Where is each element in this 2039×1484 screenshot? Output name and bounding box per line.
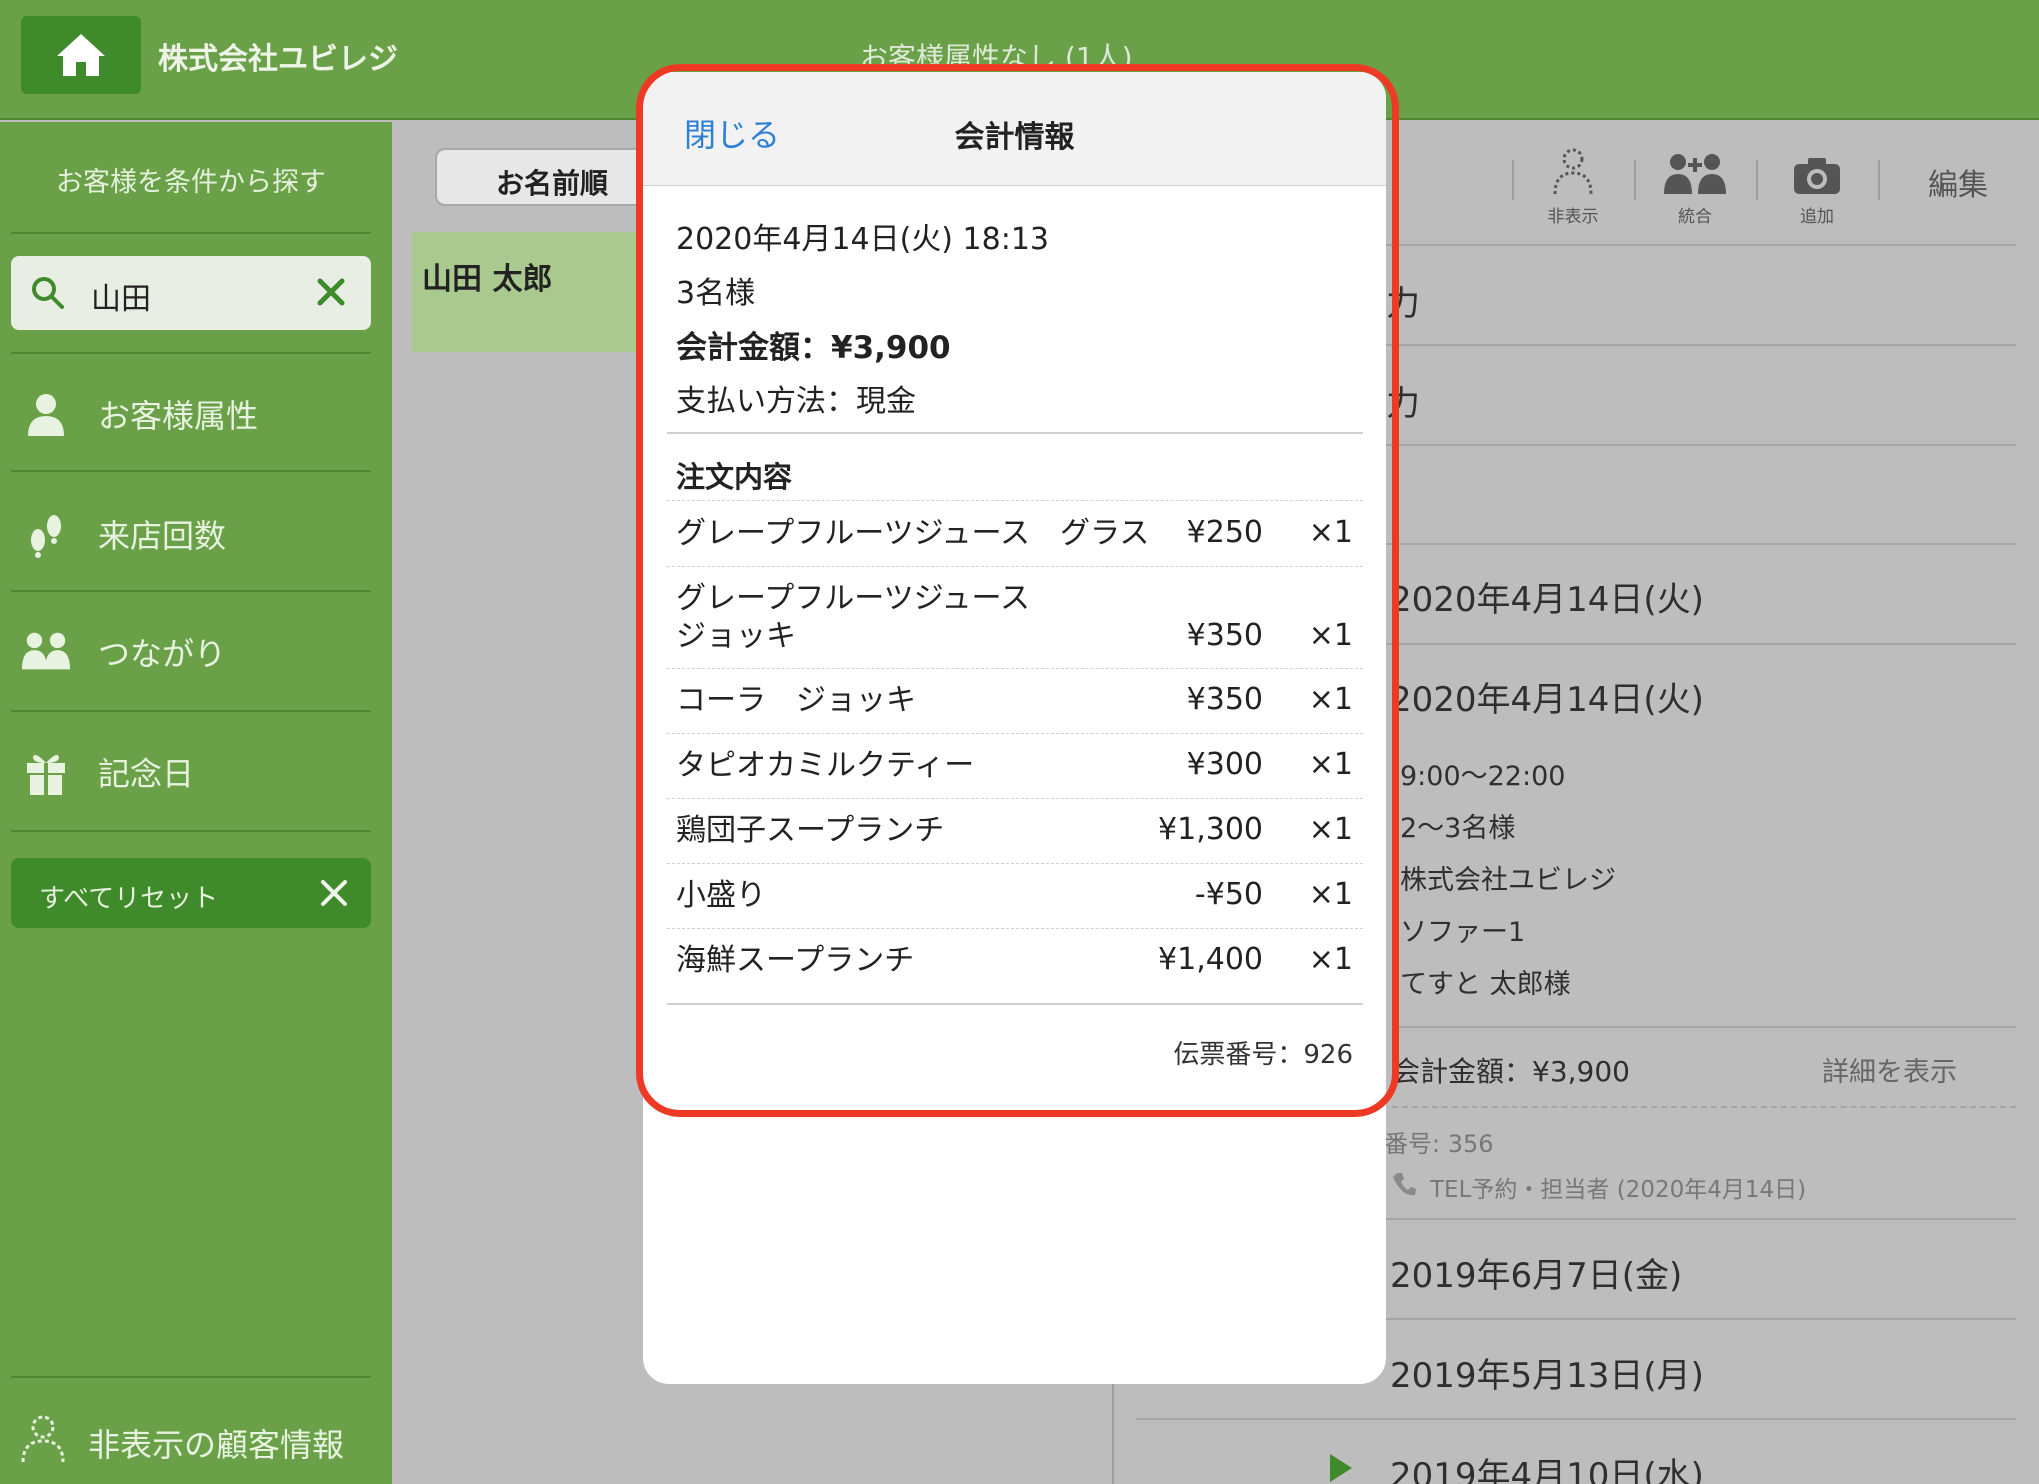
sort-name-segment[interactable]: お名前順 <box>435 148 665 206</box>
reservation-person: てすと 太郎様 <box>1400 969 1571 1000</box>
hide-button[interactable]: 非表示 <box>1528 140 1618 227</box>
divider <box>11 830 371 832</box>
sidebar-item-anniversary[interactable]: 記念日 <box>20 746 194 798</box>
visit-date[interactable]: 2020年4月14日(火) <box>1390 572 1704 621</box>
people-icon <box>20 626 72 678</box>
divider <box>11 470 371 472</box>
search-input-value[interactable]: 山田 <box>91 274 151 318</box>
customer-name: 山田 太郎 <box>422 262 553 297</box>
visit-date[interactable]: 2019年5月13日(月) <box>1390 1348 1704 1397</box>
hide-person-icon <box>1528 140 1618 196</box>
gift-icon <box>20 746 72 798</box>
hidden-customers-button[interactable]: 非表示の顧客情報 <box>20 1414 344 1472</box>
divider <box>11 352 371 354</box>
reset-all-label: すべてリセット <box>39 884 219 914</box>
home-icon <box>57 34 105 76</box>
sidebar-item-label: 記念日 <box>98 755 195 793</box>
search-field[interactable]: 山田 <box>11 256 371 330</box>
sidebar-item-label: 来店回数 <box>98 517 227 555</box>
divider <box>11 1376 371 1378</box>
toolbar-separator <box>1878 160 1880 200</box>
clear-icon[interactable] <box>311 272 351 312</box>
person-icon <box>20 388 72 440</box>
divider <box>1136 1418 2016 1420</box>
merge-button[interactable]: 統合 <box>1650 140 1740 227</box>
reservation-company: 株式会社ユビレジ <box>1400 865 1616 896</box>
search-icon <box>32 277 64 309</box>
divider <box>11 590 371 592</box>
divider <box>11 710 371 712</box>
sidebar-item-label: つながり <box>98 635 227 673</box>
add-photo-label: 追加 <box>1800 207 1834 227</box>
list-item[interactable]: 山田 太郎 <box>412 232 642 352</box>
divider <box>1392 1106 2016 1108</box>
expand-arrow-icon[interactable] <box>1330 1454 1352 1482</box>
visit-date[interactable]: 2019年4月10日(水) <box>1390 1448 1704 1484</box>
sort-label: お名前順 <box>495 167 608 200</box>
sidebar-item-visit-count[interactable]: 来店回数 <box>20 508 226 560</box>
sidebar-item-customer-attributes[interactable]: お客様属性 <box>20 388 258 440</box>
reset-all-button[interactable]: すべてリセット <box>11 858 371 928</box>
camera-icon <box>1772 140 1862 196</box>
merge-label: 統合 <box>1678 207 1712 227</box>
reservation-time: 9:00〜22:00 <box>1400 761 1566 792</box>
home-button[interactable] <box>21 16 141 94</box>
visit-total: 会計金額：¥3,900 <box>1392 1055 1630 1088</box>
visit-date[interactable]: 2019年6月7日(金) <box>1390 1248 1682 1297</box>
divider <box>11 232 371 234</box>
footprints-icon <box>20 508 72 560</box>
close-icon <box>321 880 347 906</box>
edit-button[interactable]: 編集 <box>1928 160 1988 204</box>
reservation-number: 番号: 356 <box>1384 1130 1494 1158</box>
company-name: 株式会社ユビレジ <box>158 42 398 77</box>
toolbar-separator <box>1756 160 1758 200</box>
sidebar-item-connections[interactable]: つながり <box>20 626 226 678</box>
visit-date[interactable]: 2020年4月14日(火) <box>1390 672 1704 721</box>
highlight-frame <box>636 64 1399 1117</box>
reservation-seat: ソファー1 <box>1400 917 1526 948</box>
toolbar-separator <box>1634 160 1636 200</box>
sidebar-item-label: お客様属性 <box>98 397 259 435</box>
phone-icon <box>1392 1171 1416 1203</box>
hide-label: 非表示 <box>1547 207 1599 227</box>
add-photo-button[interactable]: 追加 <box>1772 140 1862 227</box>
show-details-link[interactable]: 詳細を表示 <box>1822 1050 1957 1089</box>
merge-icon <box>1650 140 1740 196</box>
hide-person-icon <box>20 1414 66 1472</box>
divider <box>1392 1026 2016 1028</box>
toolbar-separator <box>1512 160 1514 200</box>
reservation-source: TEL予約・担当者 (2020年4月14日) <box>1392 1170 1806 1204</box>
reservation-guests: 2〜3名様 <box>1400 813 1516 844</box>
hidden-customers-label: 非表示の顧客情報 <box>88 1426 345 1464</box>
reservation-source-label: TEL予約・担当者 (2020年4月14日) <box>1430 1177 1807 1203</box>
sidebar-caption: お客様を条件から探す <box>56 167 326 198</box>
